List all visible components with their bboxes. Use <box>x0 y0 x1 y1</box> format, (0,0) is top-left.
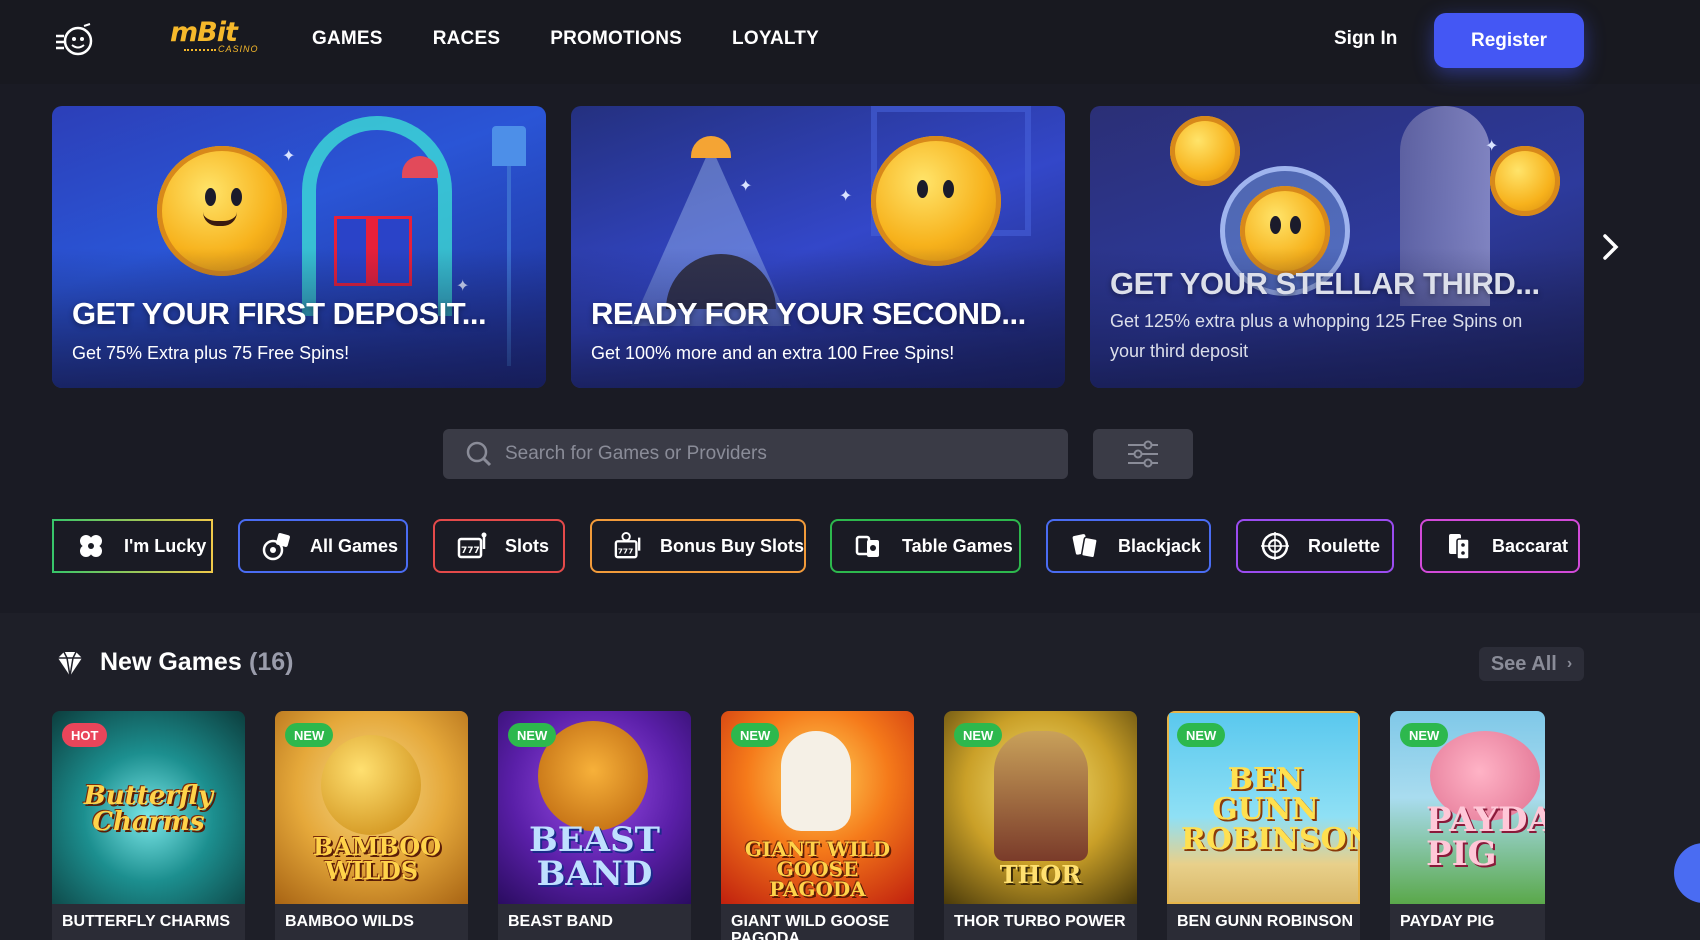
baccarat-icon <box>1449 534 1470 560</box>
category-roulette[interactable]: Roulette <box>1236 519 1394 573</box>
game-card-giant-wild-goose-pagoda[interactable]: GIANT WILD GOOSE PAGODA NEW GIANT WILD G… <box>721 711 914 940</box>
coin-decoration <box>1170 116 1240 186</box>
panda-figure <box>321 735 421 835</box>
banner-title: GET YOUR STELLAR THIRD... <box>1110 266 1540 301</box>
main-nav: GAMES RACES PROMOTIONS LOYALTY <box>312 28 819 50</box>
goose-figure <box>781 731 851 831</box>
bonus-slot-icon: 777 <box>614 532 641 559</box>
category-im-lucky[interactable]: I'm Lucky <box>52 519 213 573</box>
category-bonus-buy-slots[interactable]: 777 Bonus Buy Slots <box>590 519 806 573</box>
sign-in-link[interactable]: Sign In <box>1334 28 1397 50</box>
new-badge: NEW <box>954 723 1003 747</box>
category-label: Roulette <box>1308 535 1380 556</box>
category-label: Bonus Buy Slots <box>659 535 804 556</box>
mbit-logo[interactable]: mBit CASINO <box>170 18 258 58</box>
section-count: (16) <box>249 648 294 676</box>
game-card-thor-turbo-power[interactable]: THOR NEW THOR TURBO POWER <box>944 711 1137 940</box>
game-name: BAMBOO WILDS <box>285 913 414 930</box>
thor-figure <box>994 731 1088 861</box>
table-games-icon <box>855 535 879 557</box>
category-label: Table Games <box>902 535 1013 556</box>
search-bar <box>443 429 1068 479</box>
new-badge: NEW <box>1177 723 1226 747</box>
game-card-ben-gunn-robinson[interactable]: BEN GUNN ROBINSON NEW BEN GUNN ROBINSON <box>1167 711 1360 940</box>
clover-icon <box>80 535 102 557</box>
nav-promotions[interactable]: PROMOTIONS <box>550 28 682 50</box>
game-art-title: THOR <box>999 860 1082 889</box>
see-all-label: See All <box>1490 652 1557 675</box>
sparkle-icon: ✦ <box>839 188 853 205</box>
game-name: BUTTERFLY CHARMS <box>62 913 231 930</box>
game-art-title: BEN GUNN ROBINSON <box>1181 762 1360 857</box>
coin-decoration <box>1490 146 1560 216</box>
category-label: Slots <box>505 535 550 556</box>
game-name: BEAST BAND <box>508 913 613 930</box>
nav-loyalty[interactable]: LOYALTY <box>732 28 819 50</box>
banner-description: Get 100% more and an extra 100 Free Spin… <box>591 343 955 363</box>
slot-machine-icon: 777 <box>457 532 487 559</box>
promo-banner-third-deposit[interactable]: ✦ GET YOUR STELLAR THIRD... Get 125% ext… <box>1090 106 1584 388</box>
game-card-beast-band[interactable]: BEAST BAND NEW BEAST BAND <box>498 711 691 940</box>
banner-title: READY FOR YOUR SECOND... <box>591 296 1026 331</box>
sparkle-icon: ✦ <box>739 178 753 195</box>
carousel-next-icon[interactable] <box>1600 232 1622 262</box>
filter-button[interactable] <box>1093 429 1193 479</box>
coin-character <box>871 136 1001 266</box>
new-badge: NEW <box>731 723 780 747</box>
game-card-butterfly-charms[interactable]: Butterfly Charms HOT BUTTERFLY CHARMS <box>52 711 245 940</box>
category-blackjack[interactable]: Blackjack <box>1046 519 1211 573</box>
chevron-right-icon: › <box>1566 655 1573 672</box>
roulette-icon <box>1261 532 1289 560</box>
new-badge: NEW <box>508 723 557 747</box>
category-slots[interactable]: 777 Slots <box>433 519 565 573</box>
promo-banner-second-deposit[interactable]: ✦ ✦ READY FOR YOUR SECOND... Get 100% mo… <box>571 106 1065 388</box>
game-card-bamboo-wilds[interactable]: BAMBOO WILDS NEW BAMBOO WILDS <box>275 711 468 940</box>
category-table-games[interactable]: Table Games <box>830 519 1021 573</box>
ceiling-lamp <box>691 136 731 158</box>
logo-dots <box>184 49 216 51</box>
sparkle-icon: ✦ <box>1485 138 1499 155</box>
game-name: BEN GUNN ROBINSON <box>1177 913 1354 930</box>
new-badge: NEW <box>1400 723 1449 747</box>
sparkle-icon: ✦ <box>282 148 296 165</box>
game-art-title: BAMBOO WILDS <box>313 832 442 885</box>
category-label: I'm Lucky <box>124 535 207 556</box>
section-title: New Games <box>100 648 242 676</box>
game-name: PAYDAY PIG <box>1400 913 1495 930</box>
nav-races[interactable]: RACES <box>433 28 501 50</box>
category-label: Blackjack <box>1118 535 1202 556</box>
sliders-icon <box>1128 440 1158 468</box>
search-icon <box>466 441 492 467</box>
game-name: GIANT WILD GOOSE PAGODA <box>731 913 890 940</box>
svg-text:777: 777 <box>461 546 480 556</box>
nav-games[interactable]: GAMES <box>312 28 383 50</box>
hot-badge: HOT <box>62 723 108 747</box>
top-header: mBit CASINO GAMES RACES PROMOTIONS LOYAL… <box>0 0 1700 84</box>
game-name: THOR TURBO POWER <box>954 913 1126 930</box>
lamp-decoration <box>492 126 526 166</box>
see-all-button[interactable]: See All › <box>1479 647 1584 681</box>
category-baccarat[interactable]: Baccarat <box>1420 519 1580 573</box>
category-label: Baccarat <box>1492 535 1569 556</box>
diamond-icon <box>58 651 82 677</box>
dice-icon <box>262 533 290 561</box>
game-card-payday-pig[interactable]: PAYDAY PIG NEW PAYDAY PIG <box>1390 711 1545 940</box>
svg-text:777: 777 <box>618 546 634 555</box>
game-art-title: BEAST BAND <box>529 820 660 894</box>
category-label: All Games <box>310 535 399 556</box>
banner-description: Get 125% extra plus a whopping 125 Free … <box>1110 311 1523 361</box>
promo-banner-first-deposit[interactable]: ✦ ✦ GET YOUR FIRST DEPOSIT... Get 75% Ex… <box>52 106 546 388</box>
logo-subtext: CASINO <box>218 44 259 54</box>
banner-title: GET YOUR FIRST DEPOSIT... <box>72 296 487 331</box>
register-button[interactable]: Register <box>1434 13 1584 68</box>
game-art-title: PAYDAY PIG <box>1426 800 1545 874</box>
category-all-games[interactable]: All Games <box>238 519 408 573</box>
menu-icon[interactable] <box>54 22 96 58</box>
banner-description: Get 75% Extra plus 75 Free Spins! <box>72 343 350 363</box>
game-art-title: Butterfly Charms <box>83 781 214 837</box>
cards-icon <box>1072 534 1098 559</box>
game-art-title: GIANT WILD GOOSE PAGODA <box>744 837 891 901</box>
new-badge: NEW <box>285 723 334 747</box>
search-input[interactable] <box>505 443 1065 465</box>
